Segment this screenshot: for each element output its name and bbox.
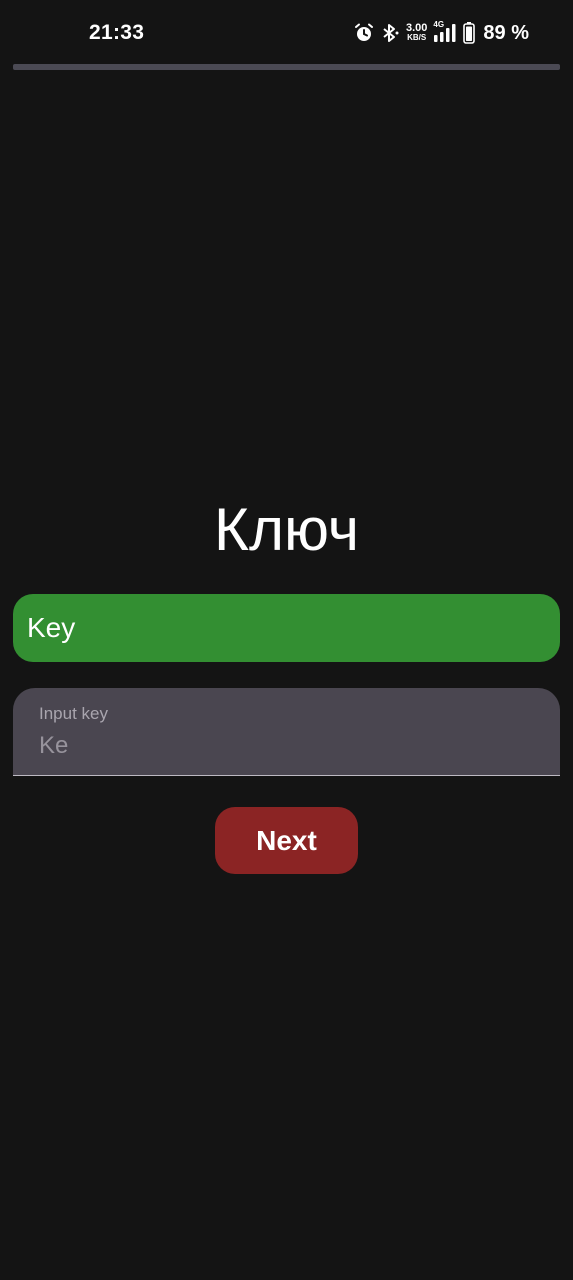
battery-percent: 89 % — [483, 21, 529, 44]
network-speed: 3.00 KB/S — [406, 23, 427, 43]
network-type-label: 4G — [433, 20, 445, 29]
key-input[interactable] — [39, 730, 519, 762]
battery-icon — [463, 22, 476, 44]
key-banner: Key — [13, 594, 560, 662]
bluetooth-icon — [380, 23, 400, 43]
app-screen: 21:33 3.00 KB/S 4G 89 % Ключ Key Input k… — [0, 0, 573, 1280]
network-speed-value: 3.00 — [405, 22, 428, 34]
status-time: 21:33 — [89, 21, 145, 44]
key-input-container[interactable]: Input key — [13, 688, 560, 776]
progress-bar — [13, 64, 560, 70]
alarm-icon — [354, 23, 374, 43]
key-input-label: Input key — [39, 704, 108, 723]
network-speed-unit: KB/S — [407, 33, 427, 42]
next-button[interactable]: Next — [215, 807, 358, 874]
status-bar: 21:33 3.00 KB/S 4G 89 % — [0, 0, 573, 64]
page-title: Ключ — [214, 496, 359, 563]
status-icons: 3.00 KB/S 4G 89 % — [354, 19, 529, 47]
signal-icon: 4G — [433, 20, 457, 43]
